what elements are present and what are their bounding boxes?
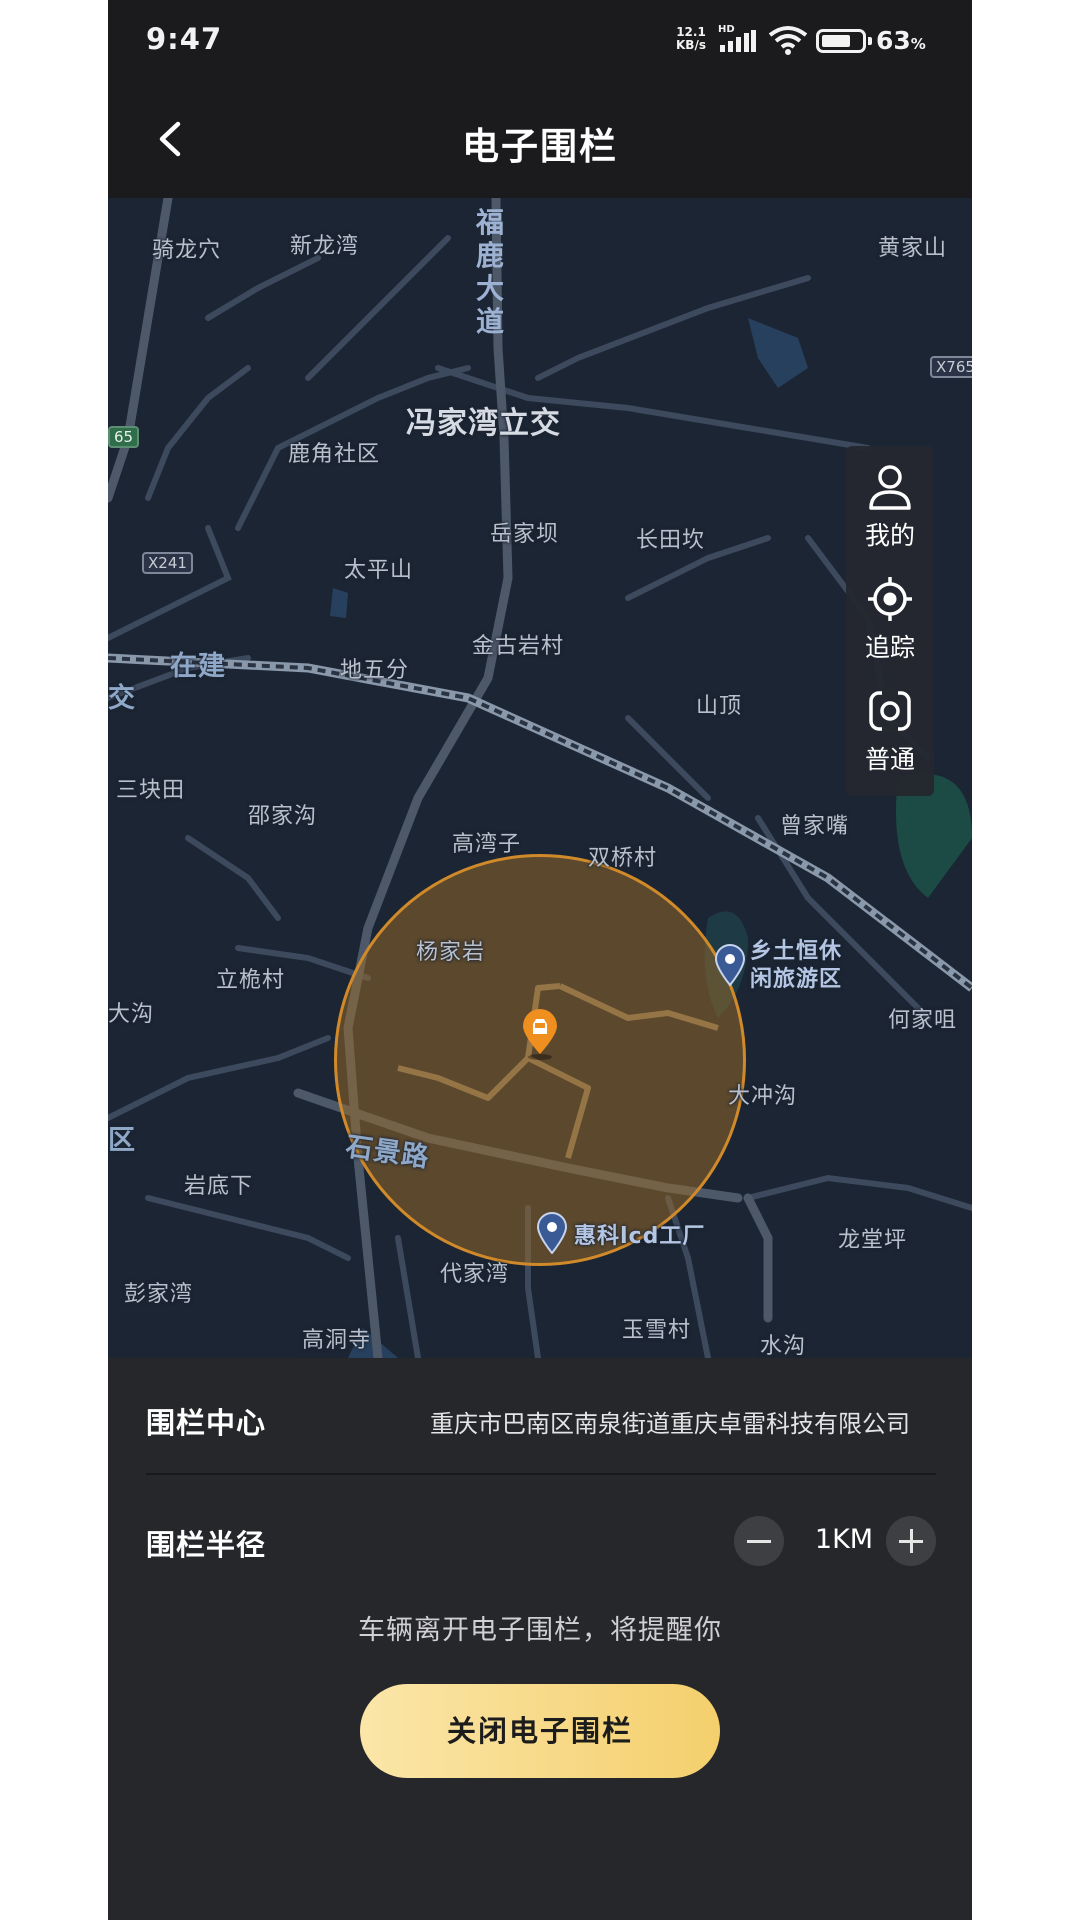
map-view[interactable]: 骑龙穴 新龙湾 福鹿大道 冯家湾立交 鹿角社区 岳家坝 长田坎 太平山 金古岩村… [108, 198, 972, 1358]
map-label: 双桥村 [588, 846, 658, 871]
fence-radius-label: 围栏半径 [146, 1528, 267, 1562]
map-label: 玉雪村 [622, 1318, 692, 1343]
fence-center-address: 重庆市巴南区南泉街道重庆卓雷科技有限公司 [430, 1410, 910, 1438]
poi-pin-icon[interactable] [536, 1212, 568, 1254]
app-header: 电子围栏 [108, 80, 972, 198]
map-label: 高洞寺 [302, 1328, 372, 1353]
map-label: 地五分 [340, 658, 410, 683]
page-title: 电子围栏 [462, 125, 618, 168]
battery-percent: 63% [876, 26, 926, 55]
close-geofence-button[interactable]: 关闭电子围栏 [360, 1684, 720, 1778]
map-layer-icon [869, 689, 911, 733]
map-label: 代家湾 [440, 1262, 510, 1287]
map-label: 新龙湾 [290, 234, 360, 259]
tool-mine[interactable]: 我的 [846, 446, 934, 558]
map-label: 立桅村 [216, 968, 286, 993]
map-label: 山顶 [696, 694, 743, 719]
radius-value: 1KM [814, 1524, 874, 1555]
map-label: 交 [108, 683, 136, 714]
map-label: 三块田 [116, 778, 186, 803]
map-label: 岩底下 [184, 1174, 254, 1199]
tool-track-label: 追踪 [864, 633, 915, 662]
map-label: 彭家湾 [124, 1282, 194, 1307]
map-label: 曾家嘴 [780, 814, 850, 839]
status-bar: 9:47 12.1 KB/s HD 63% [108, 0, 972, 80]
map-label: 大冲沟 [728, 1084, 798, 1109]
map-label: 黄家山 [878, 236, 948, 261]
battery-percent-unit: % [910, 35, 926, 53]
map-label: 区 [108, 1125, 136, 1156]
cell-signal-icon [720, 30, 756, 52]
road-badge-g65: 65 [108, 426, 140, 448]
map-label: 邵家沟 [248, 804, 318, 829]
map-label: 岳家坝 [490, 522, 560, 547]
poi-label-huike[interactable]: 惠科lcd工厂 [574, 1218, 705, 1250]
person-icon [869, 465, 911, 510]
map-tool-panel: 我的 追踪 普通 [846, 446, 934, 796]
network-speed-unit: KB/s [676, 38, 706, 52]
map-label: 杨家岩 [416, 940, 486, 965]
map-label: 何家咀 [888, 1008, 958, 1033]
map-label: 在建 [170, 651, 226, 682]
geofence-circle [334, 854, 746, 1266]
battery-percent-value: 63 [876, 26, 911, 55]
road-badge-x765: X765 [930, 356, 972, 378]
poi-pin-icon[interactable] [714, 944, 746, 986]
tool-mine-label: 我的 [864, 521, 915, 550]
phone-screen: 9:47 12.1 KB/s HD 63% 电子围栏 骑龙穴 新龙湾 福鹿大道 … [108, 0, 972, 1920]
vehicle-location-pin-icon[interactable] [520, 1008, 560, 1060]
fence-hint-text: 车辆离开电子围栏，将提醒你 [358, 1615, 722, 1646]
map-label: 金古岩村 [472, 634, 565, 659]
poi-label-xiangtu[interactable]: 乡土恒休 闲旅游区 [750, 938, 842, 994]
battery-fill [822, 35, 850, 47]
locate-icon [868, 577, 912, 621]
radius-increase-button[interactable] [886, 1516, 936, 1566]
fence-settings-panel: 围栏中心 重庆市巴南区南泉街道重庆卓雷科技有限公司 围栏半径 1KM 车辆离开电… [108, 1358, 972, 1920]
network-speed: 12.1 KB/s [676, 26, 706, 52]
radius-decrease-button[interactable] [734, 1516, 784, 1566]
tool-normal-layer[interactable]: 普通 [846, 670, 934, 782]
map-label: 长田坎 [636, 528, 706, 553]
map-label: 鹿角社区 [288, 442, 381, 467]
fence-center-label: 围栏中心 [146, 1406, 267, 1440]
map-label: 大沟 [108, 1002, 155, 1027]
map-label: 冯家湾立交 [406, 406, 561, 441]
map-label: 骑龙穴 [152, 238, 222, 263]
tool-track[interactable]: 追踪 [846, 558, 934, 670]
road-badge-x241: X241 [142, 552, 193, 574]
map-road-label: 福鹿大道 [475, 206, 504, 338]
battery-icon [816, 29, 872, 53]
status-time: 9:47 [146, 22, 223, 56]
map-label: 高湾子 [452, 832, 522, 857]
map-label: 太平山 [344, 558, 414, 583]
map-label: 水沟 [760, 1334, 807, 1358]
map-label: 龙堂坪 [838, 1228, 908, 1253]
wifi-icon [768, 26, 808, 55]
tool-normal-layer-label: 普通 [864, 745, 915, 774]
divider [146, 1473, 936, 1475]
